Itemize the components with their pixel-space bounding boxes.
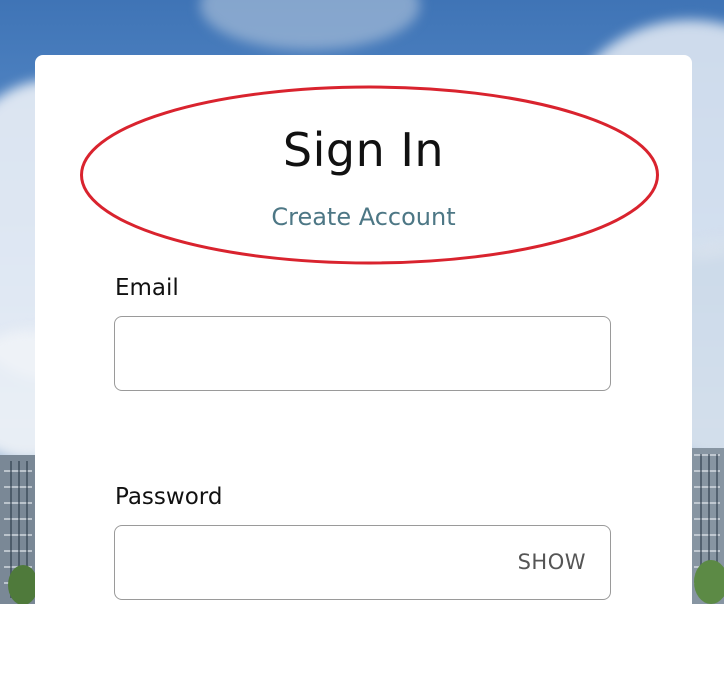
show-password-button[interactable]: SHOW <box>518 550 586 574</box>
email-field[interactable] <box>114 316 611 391</box>
tree <box>8 565 38 604</box>
page-title: Sign In <box>282 123 445 177</box>
page-bottom <box>0 604 724 689</box>
signin-card: Sign In Create Account Email Password SH… <box>35 55 692 615</box>
email-label: Email <box>115 275 179 301</box>
password-field[interactable]: SHOW <box>114 525 611 600</box>
email-input[interactable] <box>129 331 598 377</box>
password-input[interactable] <box>129 540 493 586</box>
tree <box>694 560 724 604</box>
cloud-shape <box>200 0 420 50</box>
create-account-link[interactable]: Create Account <box>35 203 692 231</box>
password-label: Password <box>115 484 223 510</box>
